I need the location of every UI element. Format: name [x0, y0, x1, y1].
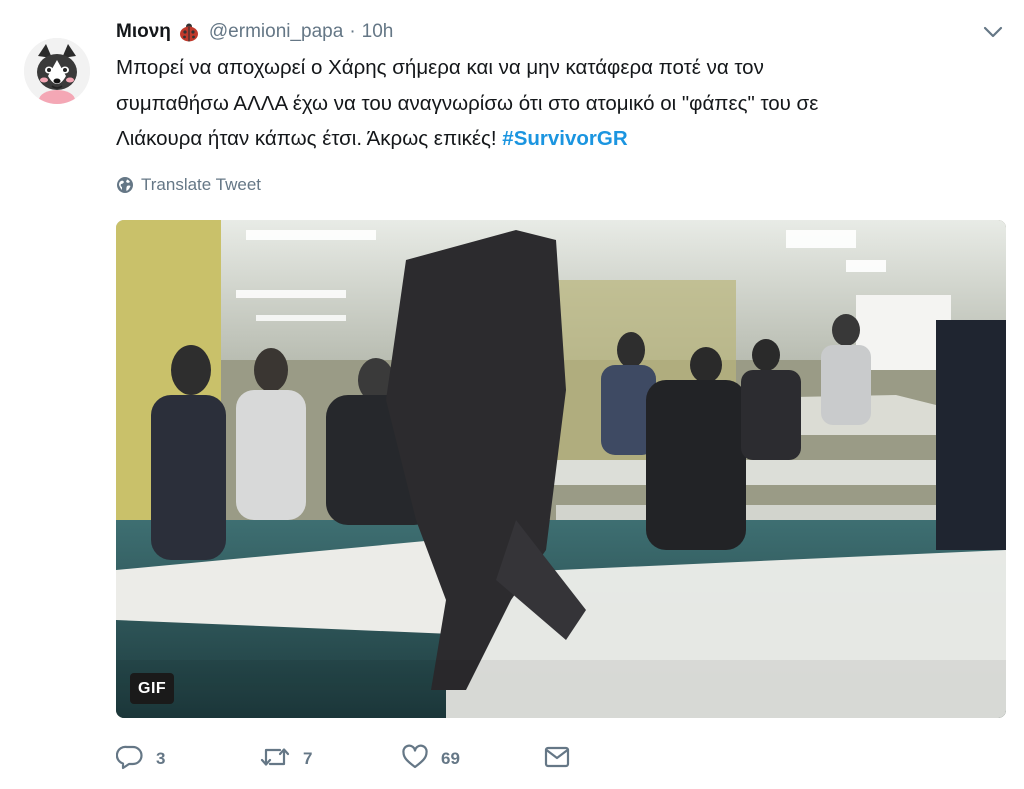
ladybug-icon [177, 22, 201, 42]
separator-dot: · [349, 21, 356, 42]
user-handle[interactable]: @ermioni_papa [209, 21, 343, 43]
tweet-text-line: συμπαθήσω ΑΛΛΑ έχω να του αναγνωρίσω ότι… [116, 91, 819, 115]
gif-media[interactable]: GIF [116, 220, 1006, 718]
reply-count: 3 [156, 749, 166, 768]
tweet-text-fragment: Λιάκουρα ήταν κάπως έτσι. Άκρως επικές! [116, 127, 503, 150]
reply-icon [115, 743, 144, 776]
tweet-header: Μιονη @ermioni_papa · 10h [116, 17, 393, 47]
hashtag-link[interactable]: #SurvivorGR [502, 127, 627, 150]
envelope-icon [543, 745, 571, 774]
timestamp[interactable]: 10h [362, 21, 394, 43]
retweet-count: 7 [303, 749, 313, 768]
tweet-text-line: Μπορεί να αποχωρεί ο Χάρης σήμερα και να… [116, 56, 764, 79]
tweet-text: Μπορεί να αποχωρεί ο Χάρης σήμερα και να… [116, 50, 1006, 157]
display-name[interactable]: Μιονη [116, 21, 171, 43]
like-button[interactable]: 69 [401, 744, 543, 775]
retweet-icon [259, 744, 291, 775]
chevron-down-icon[interactable] [982, 24, 1004, 40]
reply-button[interactable]: 3 [115, 743, 259, 776]
like-count: 69 [441, 749, 460, 768]
translate-label: Translate Tweet [141, 175, 262, 194]
gif-frame-image [116, 220, 1006, 718]
gif-badge: GIF [130, 673, 175, 704]
direct-message-button[interactable] [543, 745, 571, 774]
husky-avatar-image [24, 38, 90, 104]
tweet-text-line: Λιάκουρα ήταν κάπως έτσι. Άκρως επικές! … [116, 121, 1006, 157]
globe-icon [116, 176, 134, 194]
translate-tweet-link[interactable]: Translate Tweet [116, 173, 261, 197]
tweet-actions: 3 7 69 [115, 742, 571, 776]
avatar[interactable] [24, 38, 90, 104]
heart-icon [401, 744, 429, 775]
retweet-button[interactable]: 7 [259, 744, 401, 775]
